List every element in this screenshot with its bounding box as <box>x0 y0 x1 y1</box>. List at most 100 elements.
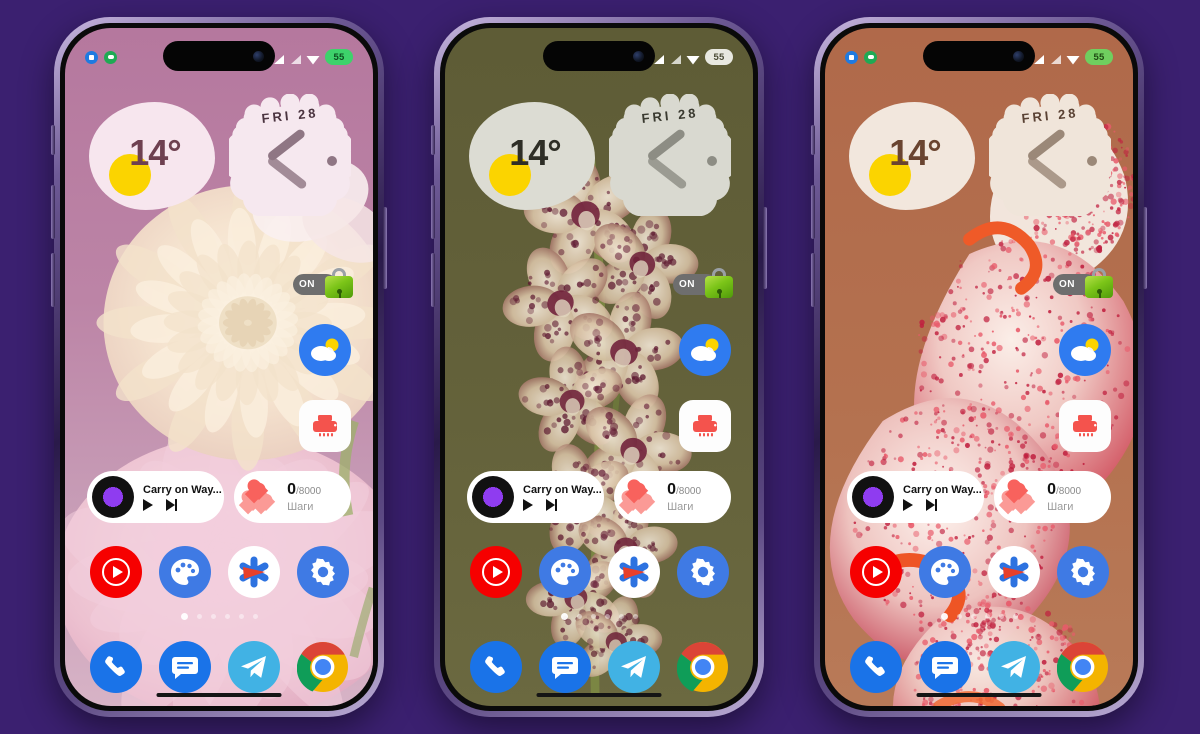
palette-glyph <box>169 557 201 587</box>
page-dot[interactable] <box>971 614 976 619</box>
app-icon-palette[interactable] <box>539 546 591 598</box>
page-dot[interactable] <box>197 614 202 619</box>
clock-hand-minute <box>646 155 688 190</box>
page-dot[interactable] <box>253 614 258 619</box>
page-dot[interactable] <box>605 614 610 619</box>
lock-on-toggle[interactable]: ON <box>293 268 353 302</box>
power-button[interactable] <box>763 207 767 289</box>
page-dot[interactable] <box>1013 614 1018 619</box>
app-icon-palette[interactable] <box>159 546 211 598</box>
dock-icon-chrome[interactable] <box>677 641 729 693</box>
lock-on-toggle[interactable]: ON <box>673 268 733 302</box>
home-indicator[interactable] <box>537 693 662 697</box>
app-icon-youtube-music[interactable] <box>90 546 142 598</box>
volume-up-button[interactable] <box>811 185 815 239</box>
steps-widget[interactable]: 0/8000 Шаги <box>994 471 1111 523</box>
play-button-icon[interactable] <box>143 499 153 511</box>
page-dot[interactable] <box>577 614 582 619</box>
page-dot[interactable] <box>225 614 230 619</box>
weather-blob-widget[interactable]: 14° <box>849 102 975 210</box>
dock-icon-messages[interactable] <box>919 641 971 693</box>
widget-pill-row: Carry on Way... 0/8000 Шаги <box>467 471 731 523</box>
status-bar-left <box>845 51 877 64</box>
dock-icon-telegram[interactable] <box>228 641 280 693</box>
silence-switch[interactable] <box>811 125 815 155</box>
app-icon-youtube-music[interactable] <box>470 546 522 598</box>
volume-down-button[interactable] <box>431 253 435 307</box>
page-indicator-dots[interactable] <box>65 614 373 620</box>
dock-icon-chrome[interactable] <box>297 641 349 693</box>
dock-icon-messages[interactable] <box>539 641 591 693</box>
printer-app-icon[interactable] <box>1059 400 1111 452</box>
printer-app-icon[interactable] <box>299 400 351 452</box>
printer-app-icon[interactable] <box>679 400 731 452</box>
app-icon-settings[interactable] <box>677 546 729 598</box>
play-button-icon[interactable] <box>903 499 913 511</box>
dock-icon-phone[interactable] <box>470 641 522 693</box>
app-icon-palette[interactable] <box>919 546 971 598</box>
power-button[interactable] <box>383 207 387 289</box>
page-dot[interactable] <box>999 614 1004 619</box>
scalloped-clock-widget[interactable]: FRI 28 <box>609 94 731 216</box>
steps-widget[interactable]: 0/8000 Шаги <box>614 471 731 523</box>
lock-on-toggle[interactable]: ON <box>1053 268 1113 302</box>
weather-app-icon[interactable] <box>299 324 351 376</box>
dock-icon-phone[interactable] <box>90 641 142 693</box>
media-player-widget[interactable]: Carry on Way... <box>87 471 224 523</box>
page-dot[interactable] <box>211 614 216 619</box>
volume-down-button[interactable] <box>811 253 815 307</box>
weather-app-icon[interactable] <box>1059 324 1111 376</box>
page-dot[interactable] <box>985 614 990 619</box>
app-icon-asterisk[interactable] <box>988 546 1040 598</box>
dock-icon-telegram[interactable] <box>988 641 1040 693</box>
play-button-icon[interactable] <box>523 499 533 511</box>
next-track-button-icon[interactable] <box>546 499 557 511</box>
app-icon-settings[interactable] <box>1057 546 1109 598</box>
volume-down-button[interactable] <box>51 253 55 307</box>
page-dot[interactable] <box>239 614 244 619</box>
page-dot[interactable] <box>941 613 948 620</box>
volume-up-button[interactable] <box>51 185 55 239</box>
power-button[interactable] <box>1143 207 1147 289</box>
dock-icon-messages[interactable] <box>159 641 211 693</box>
steps-text-block: 0/8000 Шаги <box>667 482 701 513</box>
weather-app-icon[interactable] <box>679 324 731 376</box>
page-indicator-dots[interactable] <box>825 614 1133 620</box>
heart-front-icon <box>1008 480 1032 502</box>
silence-switch[interactable] <box>431 125 435 155</box>
scalloped-clock-widget[interactable]: FRI 28 <box>229 94 351 216</box>
padlock-keyhole-icon <box>717 289 722 294</box>
phone-bezel: 55 14° FRI 28 ON Carry on Way... 0/8000 … <box>440 23 758 711</box>
page-dot[interactable] <box>619 614 624 619</box>
home-indicator[interactable] <box>917 693 1042 697</box>
app-icon-asterisk[interactable] <box>228 546 280 598</box>
media-track-title: Carry on Way... <box>143 484 222 496</box>
media-player-widget[interactable]: Carry on Way... <box>847 471 984 523</box>
weather-blob-widget[interactable]: 14° <box>469 102 595 210</box>
page-dot[interactable] <box>591 614 596 619</box>
media-player-widget[interactable]: Carry on Way... <box>467 471 604 523</box>
weather-blob-widget[interactable]: 14° <box>89 102 215 210</box>
dynamic-island <box>163 41 275 71</box>
notification-badge-green <box>864 51 877 64</box>
app-icon-youtube-music[interactable] <box>850 546 902 598</box>
dock-icon-telegram[interactable] <box>608 641 660 693</box>
dock-icon-chrome[interactable] <box>1057 641 1109 693</box>
dock-icon-phone[interactable] <box>850 641 902 693</box>
page-dot[interactable] <box>561 613 568 620</box>
app-icon-settings[interactable] <box>297 546 349 598</box>
notification-badge-blue <box>85 51 98 64</box>
scalloped-clock-widget[interactable]: FRI 28 <box>989 94 1111 216</box>
volume-up-button[interactable] <box>431 185 435 239</box>
app-icon-asterisk[interactable] <box>608 546 660 598</box>
home-indicator[interactable] <box>157 693 282 697</box>
steps-widget[interactable]: 0/8000 Шаги <box>234 471 351 523</box>
next-track-button-icon[interactable] <box>166 499 177 511</box>
page-indicator-dots[interactable] <box>445 614 753 620</box>
silence-switch[interactable] <box>51 125 55 155</box>
page-dot[interactable] <box>181 613 188 620</box>
page-dot[interactable] <box>633 614 638 619</box>
next-track-button-icon[interactable] <box>926 499 937 511</box>
page-dot[interactable] <box>957 614 962 619</box>
app-icon-row <box>841 546 1117 598</box>
